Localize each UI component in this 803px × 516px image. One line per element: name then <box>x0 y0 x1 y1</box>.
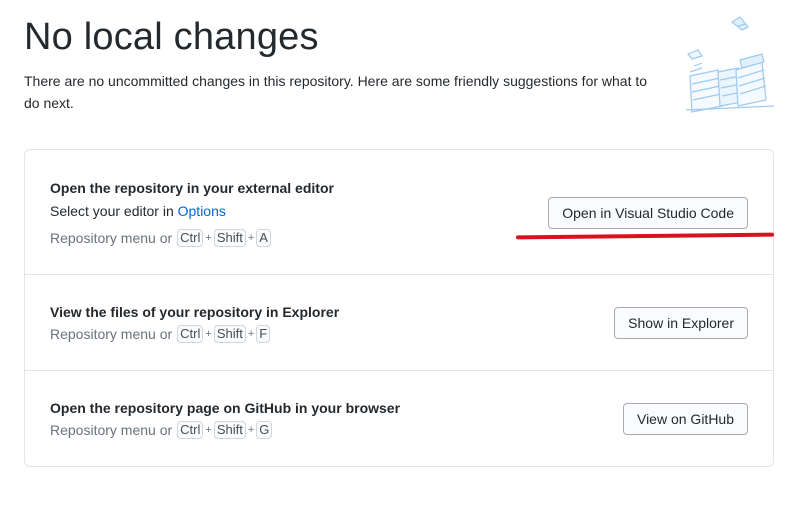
key-shift: Shift <box>213 325 246 343</box>
suggestion-row-explorer: View the files of your repository in Exp… <box>25 275 773 371</box>
plus-sign: + <box>205 424 212 436</box>
page-subtitle: There are no uncommitted changes in this… <box>24 73 648 111</box>
plus-sign: + <box>205 232 212 244</box>
plus-sign: + <box>247 232 255 244</box>
open-in-editor-button[interactable]: Open in Visual Studio Code <box>548 197 748 229</box>
suggestion-title: Open the repository page on GitHub in yo… <box>50 400 401 416</box>
key-shift: Shift <box>213 421 246 439</box>
suggestion-title: View the files of your repository in Exp… <box>50 304 340 320</box>
page-title: No local changes <box>24 16 319 58</box>
suggestion-row-github: Open the repository page on GitHub in yo… <box>25 371 773 467</box>
plus-sign: + <box>205 328 212 340</box>
key-ctrl: Ctrl <box>177 421 204 439</box>
key-g: G <box>256 421 273 439</box>
key-f: F <box>256 325 271 343</box>
show-in-explorer-button[interactable]: Show in Explorer <box>614 307 748 339</box>
suggestion-description: Select your editor in Options <box>50 203 226 219</box>
key-a: A <box>256 229 271 247</box>
key-shift: Shift <box>213 229 246 247</box>
shortcut-prefix: Repository menu or <box>50 326 173 342</box>
plus-sign: + <box>247 328 255 340</box>
shortcut-prefix: Repository menu or <box>50 230 173 246</box>
key-ctrl: Ctrl <box>177 325 204 343</box>
shortcut-prefix: Repository menu or <box>50 422 173 438</box>
plus-sign: + <box>247 424 255 436</box>
paper-stacks-illustration-icon <box>685 16 775 113</box>
key-ctrl: Ctrl <box>177 229 204 247</box>
options-link[interactable]: Options <box>178 203 226 219</box>
keyboard-shortcut: Repository menu or Ctrl + Shift + F <box>50 325 271 343</box>
keyboard-shortcut: Repository menu or Ctrl + Shift + A <box>50 229 272 247</box>
view-on-github-button[interactable]: View on GitHub <box>622 403 748 435</box>
suggestions-panel: Open the repository in your external edi… <box>24 149 774 467</box>
suggestion-description-text: Select your editor in <box>50 203 178 219</box>
keyboard-shortcut: Repository menu or Ctrl + Shift + G <box>50 421 273 439</box>
suggestion-row-editor: Open the repository in your external edi… <box>25 150 773 275</box>
no-changes-view: No local changes There are no uncommitte… <box>0 0 803 516</box>
suggestion-title: Open the repository in your external edi… <box>50 180 334 196</box>
